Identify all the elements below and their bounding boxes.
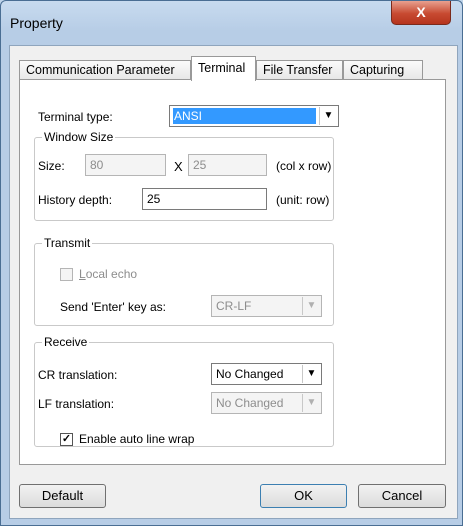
local-echo-checkbox[interactable]	[60, 268, 73, 281]
terminal-type-select[interactable]: ANSI ▼	[169, 105, 339, 127]
size-label: Size:	[38, 159, 65, 173]
history-depth-field[interactable]: 25	[142, 188, 267, 210]
default-button[interactable]: Default	[19, 484, 106, 508]
columns-field[interactable]: 80	[85, 154, 166, 176]
close-icon: X	[416, 4, 426, 20]
cancel-button[interactable]: Cancel	[358, 484, 446, 508]
auto-wrap-checkbox[interactable]: ✓	[60, 433, 73, 446]
terminal-type-label: Terminal type:	[38, 110, 113, 124]
dialog-client-area: Communication Parameter Terminal File Tr…	[9, 45, 458, 519]
lf-translation-value: No Changed	[216, 396, 284, 410]
lf-translation-select[interactable]: No Changed ▼	[211, 392, 322, 414]
chevron-down-icon[interactable]: ▼	[302, 394, 320, 412]
tab-capturing[interactable]: Capturing	[343, 60, 423, 80]
send-enter-value: CR-LF	[216, 299, 252, 313]
window-title: Property	[10, 15, 63, 31]
checkmark-icon: ✓	[61, 433, 72, 445]
close-button[interactable]: X	[391, 1, 451, 25]
cr-translation-select[interactable]: No Changed ▼	[211, 363, 322, 385]
tab-terminal[interactable]: Terminal	[191, 56, 256, 81]
terminal-tab-panel: Terminal type: ANSI ▼ Window Size Size: …	[19, 79, 446, 465]
ok-button[interactable]: OK	[260, 484, 347, 508]
transmit-title: Transmit	[42, 236, 93, 250]
chevron-down-icon[interactable]: ▼	[302, 365, 320, 383]
receive-title: Receive	[42, 335, 90, 349]
history-depth-label: History depth:	[38, 193, 113, 207]
send-enter-select[interactable]: CR-LF ▼	[211, 295, 322, 317]
terminal-type-value: ANSI	[173, 108, 316, 124]
size-x-label: X	[174, 159, 183, 174]
tab-communication-parameter[interactable]: Communication Parameter	[19, 60, 191, 80]
cr-translation-label: CR translation:	[38, 368, 118, 382]
local-echo-label: Local echo	[79, 267, 138, 281]
auto-wrap-label: Enable auto line wrap	[79, 432, 195, 446]
lf-translation-label: LF translation:	[38, 397, 115, 411]
property-dialog: Property X Communication Parameter Termi…	[0, 0, 463, 526]
size-unit-label: (col x row)	[276, 159, 332, 173]
chevron-down-icon[interactable]: ▼	[319, 107, 337, 125]
tab-file-transfer[interactable]: File Transfer	[256, 60, 343, 80]
rows-field[interactable]: 25	[188, 154, 267, 176]
send-enter-label: Send 'Enter' key as:	[60, 300, 166, 314]
window-size-title: Window Size	[42, 130, 116, 144]
chevron-down-icon[interactable]: ▼	[302, 297, 320, 315]
cr-translation-value: No Changed	[216, 367, 284, 381]
history-unit-label: (unit: row)	[276, 193, 330, 207]
